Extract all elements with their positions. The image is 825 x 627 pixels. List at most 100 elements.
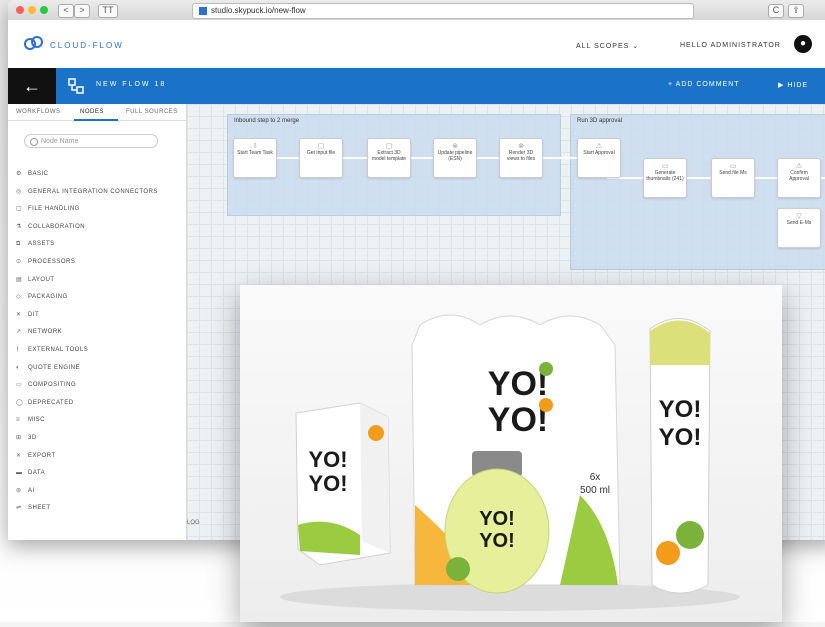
user-avatar-icon[interactable]: ● xyxy=(794,35,812,53)
reload-button[interactable]: C xyxy=(768,4,784,18)
footer-label: LOG xyxy=(187,520,200,526)
category-item[interactable]: ▢ FILE HANDLING xyxy=(8,201,186,219)
category-label: COLLABORATION xyxy=(28,223,86,230)
user-greeting[interactable]: HELLO ADMINISTRATOR xyxy=(680,42,781,49)
category-icon: ◇ xyxy=(16,294,22,301)
flow-node[interactable]: ▢ Extract 3D model template xyxy=(367,138,411,178)
node-icon: ⇩ xyxy=(252,143,258,150)
category-icon: ≡ xyxy=(16,417,21,424)
node-label: Send file Ms xyxy=(719,170,747,176)
node-label: Start Team Task xyxy=(237,150,273,156)
node-label: Generate thumbnails (241) xyxy=(646,170,684,182)
svg-text:YO!: YO! xyxy=(488,365,548,403)
flow-icon xyxy=(68,78,84,94)
hide-panel-button[interactable]: ▶ HIDE xyxy=(778,81,808,89)
tab-full-sources[interactable]: FULL SOURCES xyxy=(126,109,178,115)
browser-titlebar: < > TT studio.skypuck.io/new-flow C ⇪ xyxy=(8,0,825,21)
chevron-down-icon: ⌄ xyxy=(632,43,640,50)
category-item[interactable]: ⚙ BASIC xyxy=(8,166,186,184)
category-label: EXPORT xyxy=(28,452,56,459)
node-icon: ▢ xyxy=(385,143,393,150)
category-item[interactable]: ◎ GENERAL INTEGRATION CONNECTORS xyxy=(8,184,186,202)
category-item[interactable]: ↗ NETWORK xyxy=(8,324,186,342)
flow-node[interactable]: ⚠ Start Approval xyxy=(577,138,621,178)
svg-text:6x: 6x xyxy=(590,472,601,483)
tab-workflows[interactable]: WORKFLOWS xyxy=(16,109,61,115)
share-button[interactable]: ⇪ xyxy=(788,4,804,18)
zoom-window-button[interactable] xyxy=(40,6,48,14)
flow-node[interactable]: ⚠ Confirm Approval xyxy=(777,158,821,198)
search-placeholder: Node Name xyxy=(41,138,79,145)
category-item[interactable]: ⊙ PROCESSORS xyxy=(8,254,186,272)
flow-node[interactable]: ▢ Get Input file xyxy=(299,138,343,178)
category-item[interactable]: ◇ PACKAGING xyxy=(8,289,186,307)
category-icon: ▢ xyxy=(16,206,23,213)
active-tab-indicator xyxy=(74,119,118,121)
category-item[interactable]: ⊞ 3D xyxy=(8,430,186,448)
category-item[interactable]: ▤ LAYOUT xyxy=(8,272,186,290)
category-label: ASSETS xyxy=(28,241,55,248)
category-icon: ↗ xyxy=(16,329,22,336)
flow-node[interactable]: ⊗ Update pipeline (ESN) xyxy=(433,138,477,178)
category-label: EXTERNAL TOOLS xyxy=(28,346,89,353)
flow-node[interactable]: ⊗ Render 3D views to files xyxy=(499,138,543,178)
address-bar[interactable]: studio.skypuck.io/new-flow xyxy=(192,3,694,19)
node-search-input[interactable]: Node Name xyxy=(24,134,158,148)
node-icon: ⊗ xyxy=(518,143,524,150)
flow-title[interactable]: NEW FLOW 18 xyxy=(96,81,166,88)
flow-node[interactable]: ▭ Send file Ms xyxy=(711,158,755,198)
node-icon: ▭ xyxy=(729,163,737,170)
category-icon: ⊚ xyxy=(16,487,22,494)
close-window-button[interactable] xyxy=(16,6,24,14)
category-item[interactable]: ⇌ SHEET xyxy=(8,500,186,518)
category-label: DATA xyxy=(28,470,46,477)
category-item[interactable]: ▭ COMPOSITING xyxy=(8,377,186,395)
category-item[interactable]: ◐ QUOTE ENGINE xyxy=(8,360,186,378)
category-icon: ▭ xyxy=(16,382,23,389)
flow-node[interactable]: ▭ Generate thumbnails (241) xyxy=(643,158,687,198)
category-item[interactable]: ✕ DIT xyxy=(8,307,186,325)
node-icon: ⚠ xyxy=(595,143,603,150)
node-label: Render 3D views to files xyxy=(506,150,536,162)
tab-overview-button[interactable]: TT xyxy=(98,4,118,18)
flow-node[interactable]: ⇩ Start Team Task xyxy=(233,138,277,178)
svg-text:YO!: YO! xyxy=(479,508,515,530)
category-icon: ✕ xyxy=(16,452,22,459)
node-icon: ▽ xyxy=(796,213,802,220)
category-label: 3D xyxy=(28,434,37,441)
category-item[interactable]: ≡ MISC xyxy=(8,412,186,430)
category-item[interactable]: ◯ DEPRECATED xyxy=(8,395,186,413)
scope-selector[interactable]: ALL SCOPES ⌄ xyxy=(576,42,639,50)
flow-node[interactable]: ▽ Send E-Ms xyxy=(777,208,821,248)
category-icon: ⌇ xyxy=(16,346,20,353)
category-item[interactable]: ⚗ COLLABORATION xyxy=(8,219,186,237)
sidebar-tabs: WORKFLOWS NODES FULL SOURCES xyxy=(8,104,186,121)
category-item[interactable]: ✕ EXPORT xyxy=(8,448,186,466)
svg-text:YO!: YO! xyxy=(308,471,347,496)
add-comment-button[interactable]: + ADD COMMENT xyxy=(668,81,740,88)
back-arrow-button[interactable]: ← xyxy=(8,68,56,104)
minimize-window-button[interactable] xyxy=(28,6,36,14)
category-icon: ⧉ xyxy=(16,241,21,248)
forward-nav-button[interactable]: > xyxy=(74,4,90,18)
category-item[interactable]: ▬ DATA xyxy=(8,465,186,483)
category-label: FILE HANDLING xyxy=(28,206,80,213)
app-brand[interactable]: CLOUD-FLOW xyxy=(50,41,124,50)
node-label: Confirm Approval xyxy=(789,170,809,182)
node-sidebar: WORKFLOWS NODES FULL SOURCES Node Name ⚙… xyxy=(8,104,187,540)
node-icon: ▭ xyxy=(661,163,669,170)
svg-text:YO!: YO! xyxy=(308,447,347,472)
category-item[interactable]: ⊚ AI xyxy=(8,483,186,501)
svg-text:YO!: YO! xyxy=(659,424,702,451)
flow-toolbar: ← NEW FLOW 18 + ADD COMMENT ▶ HIDE xyxy=(8,68,825,104)
category-item[interactable]: ⧉ ASSETS xyxy=(8,236,186,254)
tab-nodes[interactable]: NODES xyxy=(80,109,104,115)
category-icon: ◎ xyxy=(16,188,22,195)
app-header: CLOUD-FLOW ALL SCOPES ⌄ HELLO ADMINISTRA… xyxy=(8,20,825,69)
url-text: studio.skypuck.io/new-flow xyxy=(211,6,306,15)
category-item[interactable]: ⌇ EXTERNAL TOOLS xyxy=(8,342,186,360)
back-nav-button[interactable]: < xyxy=(58,4,74,18)
category-label: GENERAL INTEGRATION CONNECTORS xyxy=(28,188,158,195)
category-label: SHEET xyxy=(28,505,51,512)
site-favicon-icon xyxy=(199,6,207,15)
